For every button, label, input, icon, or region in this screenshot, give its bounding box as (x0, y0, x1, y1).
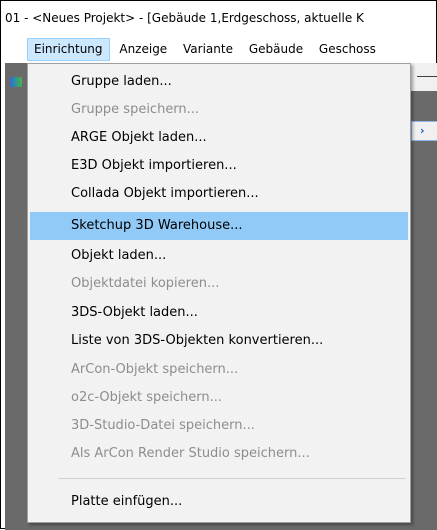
menu-item-objektdatei-kopieren: Objektdatei kopieren... (71, 276, 220, 291)
menu-item-gruppe-speichern: Gruppe speichern... (71, 102, 200, 117)
menu-item-o2c-speichern: o2c-Objekt speichern... (71, 390, 223, 405)
menu-item-objekt-laden[interactable]: Objekt laden... (30, 242, 408, 270)
menu-bar: Einrichtung Anzeige Variante Gebäude Ges… (5, 36, 437, 63)
app-window: 01 - <Neues Projekt> - [Gebäude 1,Erdges… (0, 0, 437, 530)
menu-item-arcon-speichern: ArCon-Objekt speichern... (71, 362, 239, 377)
app-toolbar-icon[interactable] (10, 77, 22, 87)
menu-item-gruppe-laden[interactable]: Gruppe laden... (30, 68, 408, 96)
menu-item-sketchup-warehouse[interactable]: Sketchup 3D Warehouse... (30, 212, 408, 240)
chevron-right-icon[interactable]: › (411, 121, 437, 141)
menu-anzeige[interactable]: Anzeige (113, 38, 173, 61)
menu-item-3ds-liste-konvertieren[interactable]: Liste von 3DS-Objekten konvertieren... (30, 327, 408, 355)
menu-item-3d-studio-speichern: 3D-Studio-Datei speichern... (71, 418, 255, 433)
right-toolbar-area: › (411, 63, 437, 515)
einrichtung-dropdown-menu: Gruppe laden... Gruppe speichern... ARGE… (27, 63, 411, 523)
menu-item-platte-einfuegen[interactable]: Platte einfügen... (30, 488, 408, 516)
toolbar-row (411, 63, 437, 91)
menu-item-arcon-render-studio: Als ArCon Render Studio speichern... (71, 446, 310, 461)
menu-variante[interactable]: Variante (177, 38, 239, 61)
menu-einrichtung[interactable]: Einrichtung (27, 38, 110, 61)
menu-item-3ds-objekt-laden[interactable]: 3DS-Objekt laden... (30, 299, 408, 327)
menu-separator (58, 478, 406, 479)
toolbar-divider (417, 76, 437, 77)
menu-item-e3d-importieren[interactable]: E3D Objekt importieren... (30, 152, 408, 180)
window-title: 01 - <Neues Projekt> - [Gebäude 1,Erdges… (5, 11, 364, 25)
menu-item-collada-importieren[interactable]: Collada Objekt importieren... (30, 180, 408, 208)
menu-item-arge-objekt-laden[interactable]: ARGE Objekt laden... (30, 124, 408, 152)
menu-geschoss[interactable]: Geschoss (313, 38, 382, 61)
menu-gebaeude[interactable]: Gebäude (243, 38, 309, 61)
left-toolbar-area (5, 63, 27, 515)
